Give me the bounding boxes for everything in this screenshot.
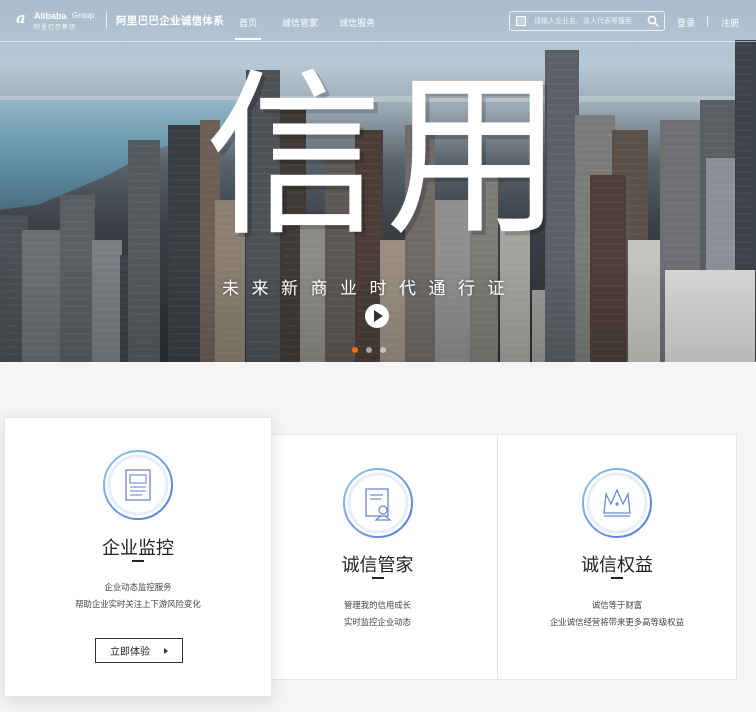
- feature-card-credit-rights[interactable]: 诚信权益 诚信等于财富 企业诚信经营将带来更多高等级权益: [497, 434, 737, 680]
- hero-subtitle: 未来新商业时代通行证: [222, 279, 517, 299]
- card-title: 诚信权益: [581, 555, 653, 576]
- desc-line-2: 企业诚信经营将带来更多高等级权益: [550, 617, 684, 627]
- register-link[interactable]: 注册: [721, 16, 739, 29]
- feature-card-enterprise-monitor[interactable]: 企业监控 企业动态监控服务 帮助企业实时关注上下游风险变化 立即体验: [4, 417, 272, 697]
- desc-line-1: 企业动态监控服务: [104, 582, 172, 592]
- title-underline: [371, 577, 384, 579]
- logo-brand: Alibaba: [34, 11, 67, 21]
- carousel-dot-3[interactable]: [380, 347, 386, 353]
- crown-icon: [582, 468, 652, 538]
- desc-line-1: 管理我的信用成长: [344, 600, 411, 610]
- nav-item-credit-service[interactable]: 诚信服务: [339, 16, 375, 29]
- card-title: 企业监控: [102, 538, 174, 559]
- card-description: 管理我的信用成长 实时监控企业动态: [257, 597, 498, 631]
- search-icon[interactable]: [647, 15, 659, 27]
- desc-line-1: 诚信等于财富: [591, 600, 643, 610]
- card-title: 诚信管家: [341, 555, 414, 576]
- try-now-label: 立即体验: [110, 647, 150, 658]
- arrow-right-icon: [164, 647, 168, 654]
- hero-title: 信用: [205, 53, 565, 260]
- site-title: 阿里巴巴企业诚信体系: [116, 14, 224, 27]
- nav-item-credit-manager[interactable]: 诚信管家: [282, 16, 318, 29]
- logo-swoosh: a: [16, 9, 26, 27]
- search-box: [509, 11, 665, 31]
- desc-line-2: 实时监控企业动态: [344, 617, 411, 627]
- hero-banner: 信用 未来新商业时代通行证: [0, 0, 756, 362]
- certificate-user-icon: [342, 468, 413, 538]
- card-description: 诚信等于财富 企业诚信经营将带来更多高等级权益: [498, 597, 736, 631]
- card-description: 企业动态监控服务 帮助企业实时关注上下游风险变化: [5, 579, 271, 613]
- document-icon: [103, 450, 173, 520]
- search-input[interactable]: [534, 17, 646, 25]
- carousel-dot-2[interactable]: [366, 347, 372, 353]
- nav-item-home[interactable]: 首页: [234, 16, 262, 40]
- alibaba-logo[interactable]: a Alibaba Group 阿里巴巴集团 阿里巴巴企业诚信体系: [16, 9, 224, 31]
- auth-divider: [707, 16, 708, 27]
- desc-line-2: 帮助企业实时关注上下游风险变化: [75, 599, 201, 609]
- title-underline: [132, 560, 144, 562]
- play-icon[interactable]: [365, 304, 389, 328]
- carousel-dot-1[interactable]: [352, 347, 358, 353]
- company-icon: [516, 16, 526, 26]
- carousel-dots: [352, 347, 386, 353]
- logo-group: Group: [72, 11, 95, 20]
- top-nav: a Alibaba Group 阿里巴巴集团 阿里巴巴企业诚信体系 首页 诚信管…: [0, 0, 756, 42]
- feature-card-credit-manager[interactable]: 诚信管家 管理我的信用成长 实时监控企业动态: [256, 434, 498, 680]
- alibaba-group-logo: a Alibaba Group 阿里巴巴集团: [16, 9, 102, 31]
- login-link[interactable]: 登录: [677, 16, 695, 29]
- logo-divider: [106, 11, 107, 29]
- try-now-button[interactable]: 立即体验: [95, 638, 183, 663]
- title-underline: [611, 577, 623, 579]
- logo-cn: 阿里巴巴集团: [34, 24, 77, 31]
